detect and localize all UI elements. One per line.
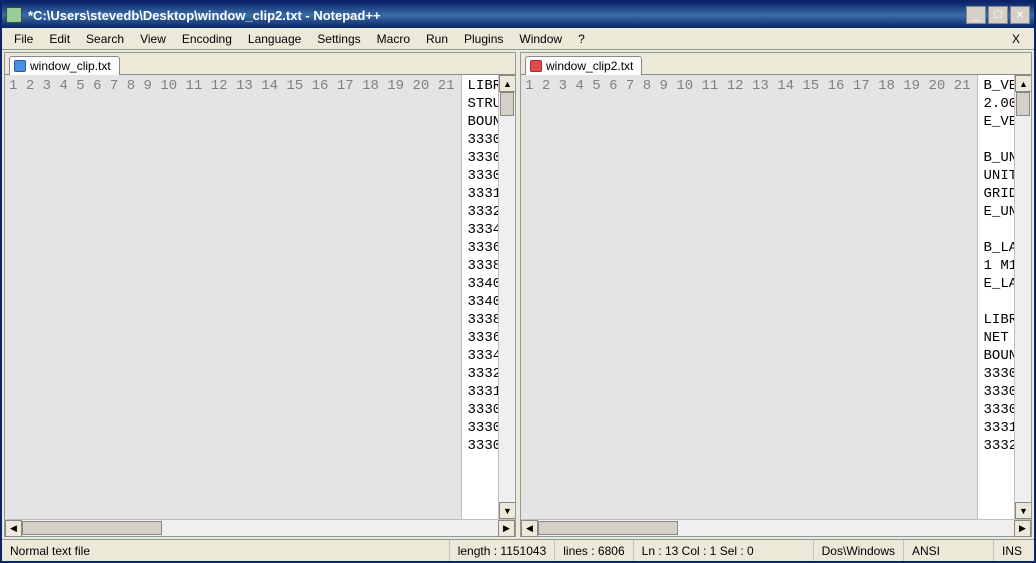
scroll-track[interactable]	[499, 92, 515, 502]
tab-strip: window_clip.txt	[5, 53, 515, 75]
scroll-down-icon[interactable]: ▼	[1015, 502, 1031, 519]
scroll-track[interactable]	[22, 520, 498, 536]
status-encoding: ANSI	[904, 540, 994, 561]
editor-area[interactable]: 1 2 3 4 5 6 7 8 9 10 11 12 13 14 15 16 1…	[5, 75, 515, 519]
status-ins: INS	[994, 540, 1034, 561]
menu-[interactable]: ?	[570, 30, 593, 48]
minimize-button[interactable]: ＿	[966, 6, 986, 24]
menu-macro[interactable]: Macro	[369, 30, 418, 48]
menu-language[interactable]: Language	[240, 30, 309, 48]
status-position: Ln : 13 Col : 1 Sel : 0	[634, 540, 814, 561]
menu-bar: FileEditSearchViewEncodingLanguageSettin…	[2, 28, 1034, 50]
file-tab[interactable]: window_clip2.txt	[525, 56, 642, 75]
editor-pane-0: window_clip.txt 1 2 3 4 5 6 7 8 9 10 11 1…	[4, 52, 516, 537]
status-eol: Dos\Windows	[814, 540, 904, 561]
scroll-right-icon[interactable]: ▶	[498, 520, 515, 537]
scroll-thumb[interactable]	[500, 92, 514, 116]
menu-search[interactable]: Search	[78, 30, 132, 48]
app-icon	[6, 7, 22, 23]
status-length: length : 1151043	[450, 540, 556, 561]
status-lines: lines : 6806	[555, 540, 633, 561]
status-filetype: Normal text file	[2, 540, 450, 561]
code-content[interactable]: B_VERSION 2.00 E_VERSION B_UNITS UNITS M…	[978, 75, 1014, 519]
window-buttons: ＿ ☐ ✕	[966, 6, 1030, 24]
menu-run[interactable]: Run	[418, 30, 456, 48]
menu-window[interactable]: Window	[511, 30, 570, 48]
menu-encoding[interactable]: Encoding	[174, 30, 240, 48]
scroll-left-icon[interactable]: ◀	[5, 520, 22, 537]
vertical-scrollbar[interactable]: ▲▼	[1014, 75, 1031, 519]
menu-view[interactable]: View	[132, 30, 174, 48]
scroll-track[interactable]	[538, 520, 1014, 536]
scroll-track[interactable]	[1015, 92, 1031, 502]
file-save-state-icon	[530, 60, 542, 72]
scroll-thumb[interactable]	[538, 521, 678, 535]
scroll-down-icon[interactable]: ▼	[499, 502, 515, 519]
horizontal-scrollbar[interactable]: ◀▶	[521, 519, 1031, 536]
scroll-right-icon[interactable]: ▶	[1014, 520, 1031, 537]
menu-edit[interactable]: Edit	[41, 30, 78, 48]
maximize-button[interactable]: ☐	[988, 6, 1008, 24]
line-number-gutter: 1 2 3 4 5 6 7 8 9 10 11 12 13 14 15 16 1…	[5, 75, 462, 519]
code-content[interactable]: LIBRARY WIN_CLIP unit:MM grid:100000 STR…	[462, 75, 498, 519]
file-tab-label: window_clip.txt	[30, 59, 111, 73]
menu-file[interactable]: File	[6, 30, 41, 48]
scroll-up-icon[interactable]: ▲	[1015, 75, 1031, 92]
editor-pane-1: window_clip2.txt 1 2 3 4 5 6 7 8 9 10 11 …	[520, 52, 1032, 537]
scroll-thumb[interactable]	[1016, 92, 1030, 116]
scroll-up-icon[interactable]: ▲	[499, 75, 515, 92]
horizontal-scrollbar[interactable]: ◀▶	[5, 519, 515, 536]
title-bar: *C:\Users\stevedb\Desktop\window_clip2.t…	[2, 2, 1034, 28]
window-title: *C:\Users\stevedb\Desktop\window_clip2.t…	[28, 8, 966, 23]
menu-plugins[interactable]: Plugins	[456, 30, 511, 48]
tab-strip: window_clip2.txt	[521, 53, 1031, 75]
file-tab[interactable]: window_clip.txt	[9, 56, 120, 75]
scroll-left-icon[interactable]: ◀	[521, 520, 538, 537]
menu-settings[interactable]: Settings	[309, 30, 368, 48]
file-tab-label: window_clip2.txt	[546, 59, 633, 73]
close-button[interactable]: ✕	[1010, 6, 1030, 24]
line-number-gutter: 1 2 3 4 5 6 7 8 9 10 11 12 13 14 15 16 1…	[521, 75, 978, 519]
menu-close-doc[interactable]: X	[1002, 30, 1030, 48]
vertical-scrollbar[interactable]: ▲▼	[498, 75, 515, 519]
editor-area[interactable]: 1 2 3 4 5 6 7 8 9 10 11 12 13 14 15 16 1…	[521, 75, 1031, 519]
workspace: window_clip.txt 1 2 3 4 5 6 7 8 9 10 11 1…	[2, 50, 1034, 539]
scroll-thumb[interactable]	[22, 521, 162, 535]
status-bar: Normal text file length : 1151043 lines …	[2, 539, 1034, 561]
file-save-state-icon	[14, 60, 26, 72]
